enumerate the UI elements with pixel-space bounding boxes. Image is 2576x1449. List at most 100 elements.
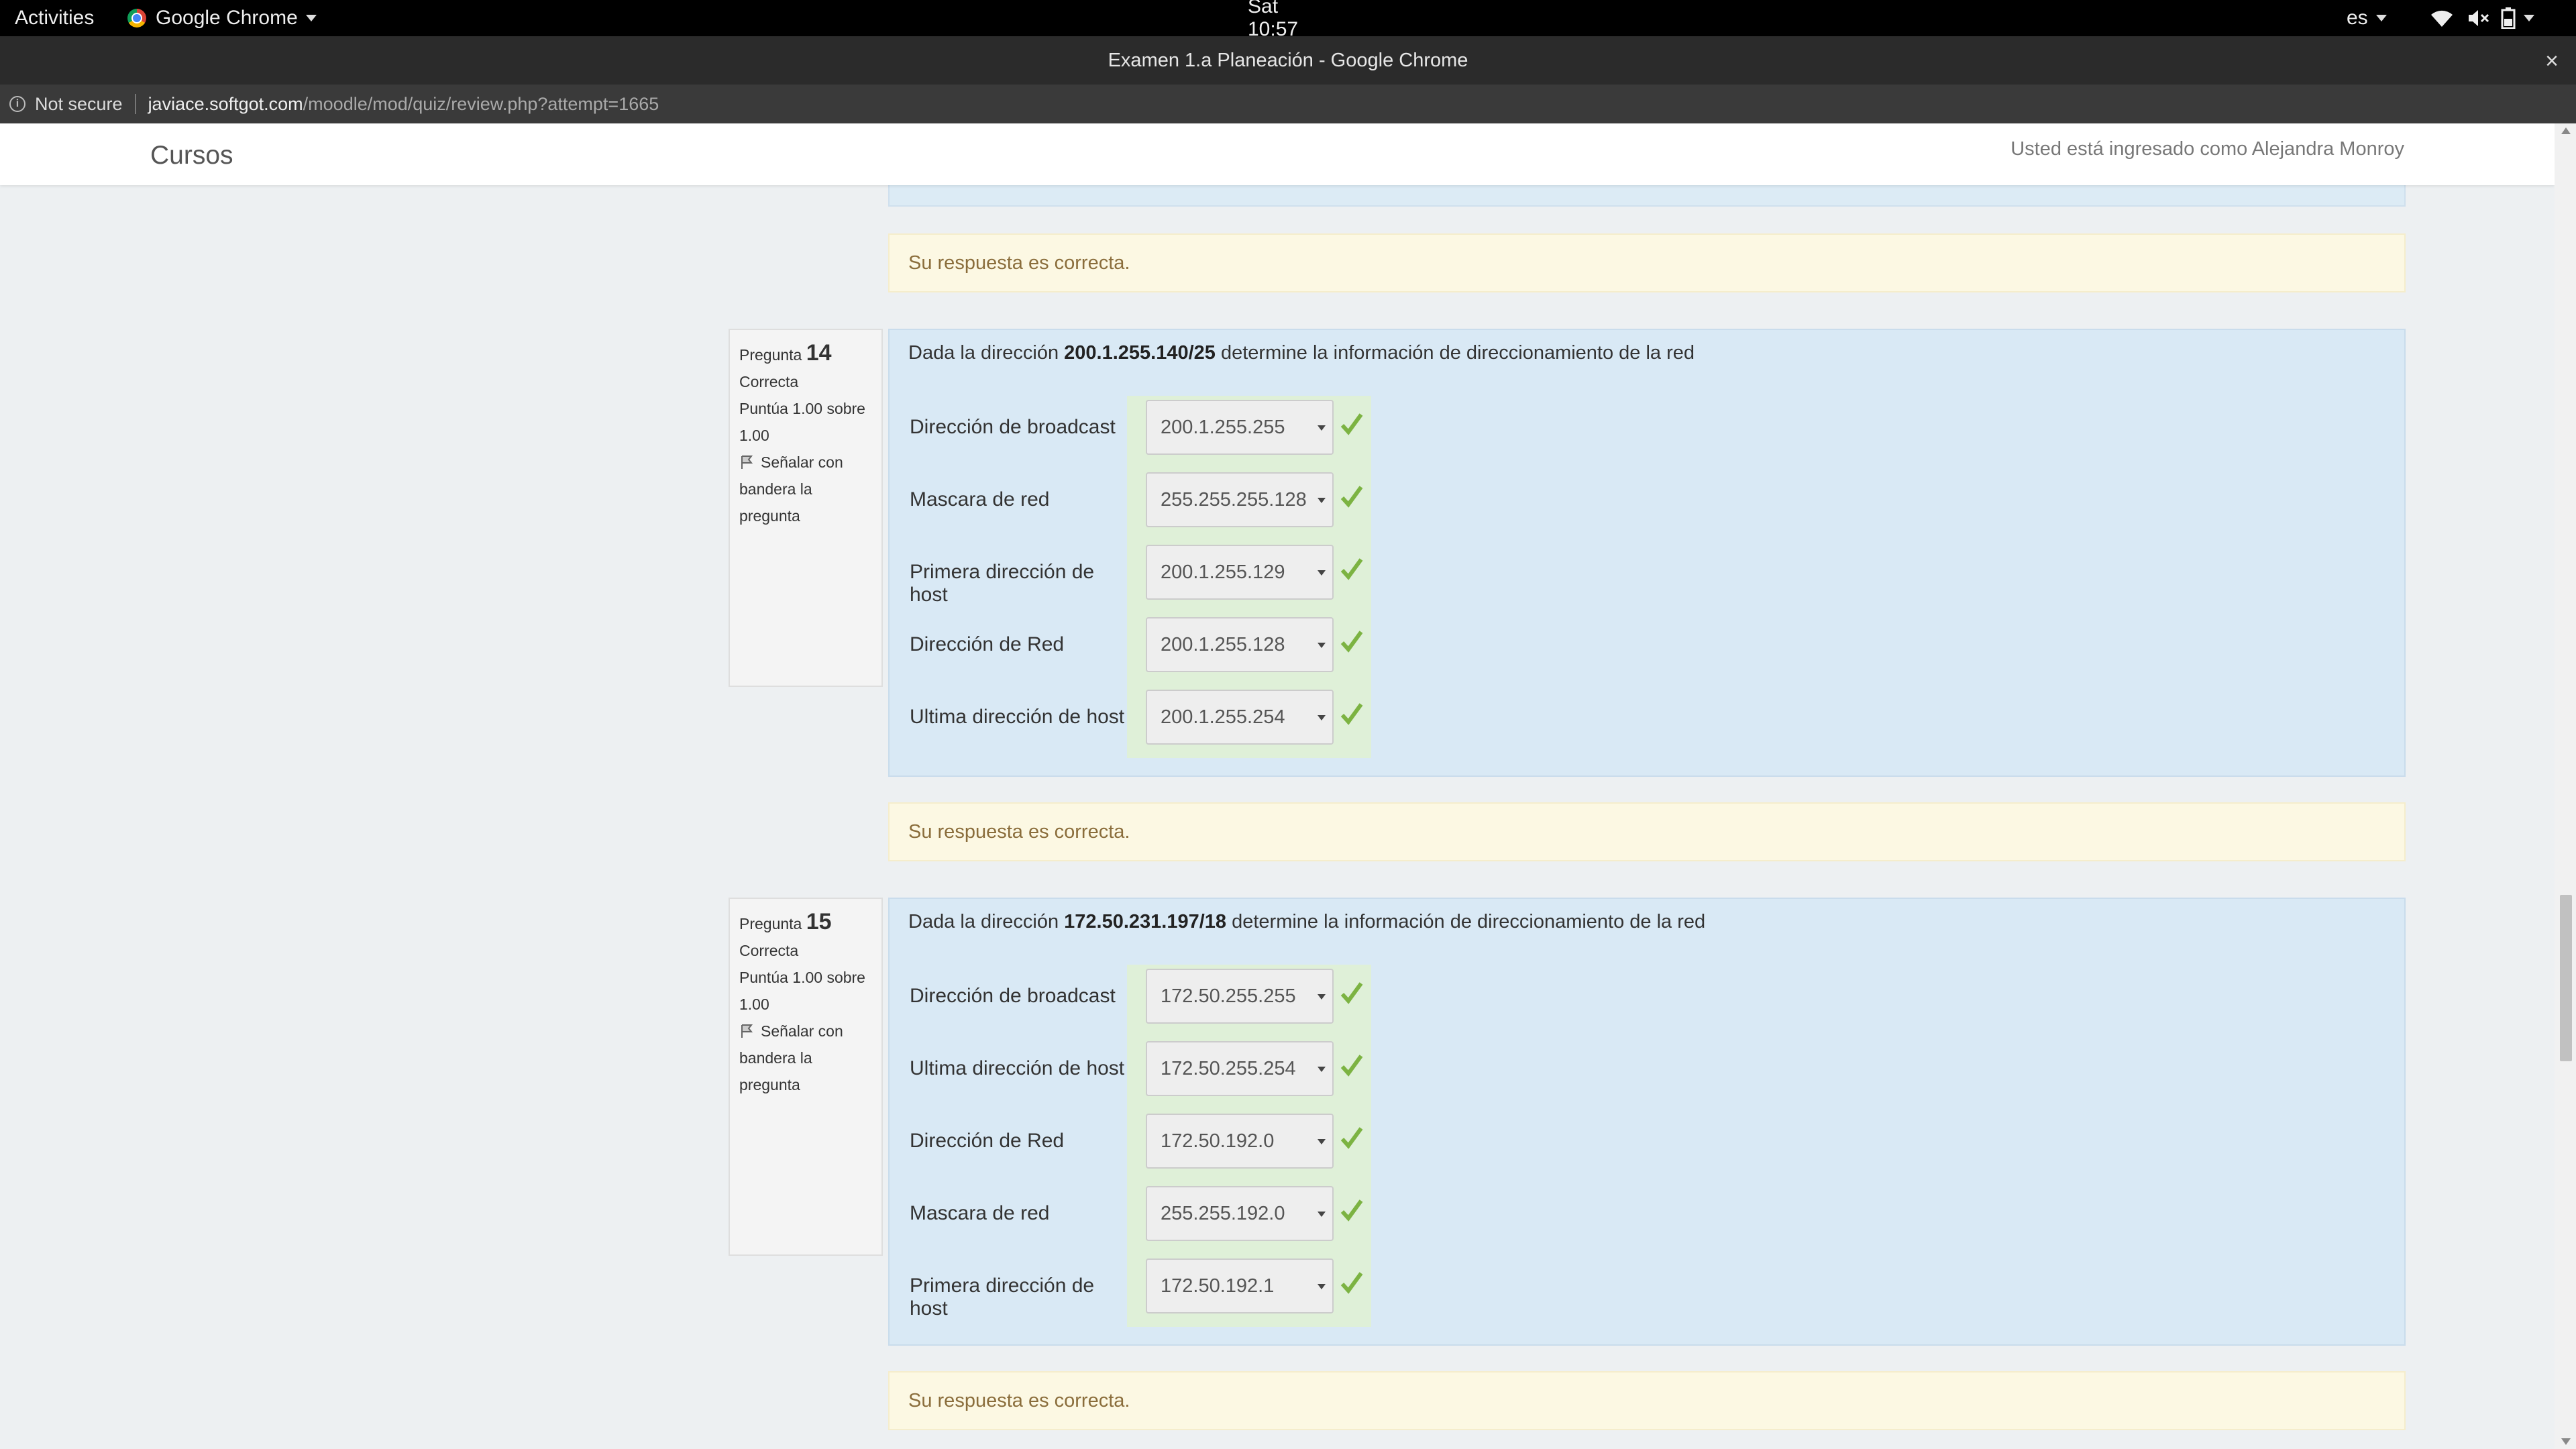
answer-select[interactable]: 172.50.255.255 (1146, 969, 1334, 1024)
clock[interactable]: Sat 10:57 (1248, 0, 1328, 40)
dropdown-arrow-icon (1318, 1067, 1326, 1072)
answer-label: Mascara de red (910, 488, 1050, 511)
dropdown-arrow-icon (1318, 1212, 1326, 1217)
page-viewport: Cursos Usted está ingresado como Alejand… (0, 123, 2555, 1449)
answer-select-value: 200.1.255.255 (1161, 416, 1285, 438)
dropdown-arrow-icon (1318, 1284, 1326, 1289)
language-indicator[interactable]: es (2347, 0, 2387, 36)
app-menu-label: Google Chrome (156, 7, 298, 29)
answer-select[interactable]: 200.1.255.128 (1146, 617, 1334, 672)
answer-select[interactable]: 255.255.255.128 (1146, 472, 1334, 527)
dropdown-arrow-icon (1318, 994, 1326, 1000)
language-label: es (2347, 7, 2368, 29)
dropdown-arrow-icon (1318, 498, 1326, 503)
answer-select[interactable]: 172.50.192.1 (1146, 1258, 1334, 1313)
activities-button[interactable]: Activities (15, 0, 94, 36)
check-icon (1340, 1199, 1363, 1222)
chrome-icon (127, 9, 146, 28)
site-navbar: Cursos Usted está ingresado como Alejand… (0, 123, 2555, 185)
flag-icon (741, 455, 753, 469)
check-icon (1340, 1055, 1363, 1077)
check-icon (1340, 413, 1363, 435)
question-grade: Puntúa 1.00 sobre 1.00 (739, 969, 865, 1013)
answer-select-value: 172.50.255.254 (1161, 1057, 1296, 1079)
site-brand-link[interactable]: Cursos (150, 141, 233, 170)
question-address: 172.50.231.197/18 (1064, 911, 1227, 932)
answer-select[interactable]: 255.255.192.0 (1146, 1186, 1334, 1241)
clock-label: Sat 10:57 (1248, 0, 1299, 40)
question-content: Dada la dirección 172.50.231.197/18 dete… (888, 898, 2406, 1346)
window-title-bar: Examen 1.a Planeación - Google Chrome × (0, 36, 2576, 85)
answer-label: Ultima dirección de host (910, 1057, 1125, 1079)
security-label[interactable]: Not secure (35, 94, 123, 115)
flag-question-link[interactable]: Señalar con bandera la pregunta (739, 449, 872, 529)
answer-label: Mascara de red (910, 1202, 1050, 1224)
question-address: 200.1.255.140/25 (1064, 342, 1216, 364)
address-divider (134, 94, 136, 114)
question-state: Correcta (739, 942, 799, 959)
question-content: Dada la dirección 200.1.255.140/25 deter… (888, 329, 2406, 777)
dropdown-arrow-icon (1318, 425, 1326, 431)
scroll-down-icon[interactable] (2561, 1438, 2571, 1445)
flag-icon (741, 1024, 753, 1038)
answer-select-value: 255.255.255.128 (1161, 488, 1307, 511)
dropdown-arrow-icon (1318, 643, 1326, 648)
dropdown-arrow-icon (1318, 1139, 1326, 1144)
answer-select-value: 200.1.255.128 (1161, 633, 1285, 655)
answer-select-value: 172.50.255.255 (1161, 985, 1296, 1007)
system-menu[interactable] (2430, 0, 2534, 36)
check-icon (1340, 703, 1363, 725)
question-info: Pregunta 14 Correcta Puntúa 1.00 sobre 1… (729, 329, 883, 687)
answer-label: Dirección de broadcast (910, 416, 1116, 438)
info-icon[interactable]: i (9, 96, 25, 112)
question-number: 15 (806, 909, 832, 934)
answer-label: Dirección de Red (910, 633, 1065, 655)
answer-label: Ultima dirección de host (910, 706, 1125, 728)
chevron-down-icon (2524, 15, 2534, 21)
feedback-text: Su respuesta es correcta. (908, 1389, 1130, 1411)
answer-select[interactable]: 172.50.192.0 (1146, 1114, 1334, 1169)
answer-label: Dirección de broadcast (910, 985, 1116, 1007)
feedback-box: Su respuesta es correcta. (888, 233, 2406, 292)
answer-select-value: 200.1.255.129 (1161, 561, 1285, 583)
answer-select[interactable]: 172.50.255.254 (1146, 1041, 1334, 1096)
check-icon (1340, 1127, 1363, 1149)
question-number: 14 (806, 340, 832, 366)
answer-select[interactable]: 200.1.255.129 (1146, 545, 1334, 600)
url-path[interactable]: /moodle/mod/quiz/review.php?attempt=1665 (303, 94, 659, 115)
url-host[interactable]: javiace.softgot.com (148, 94, 303, 115)
question-text-before: Dada la dirección (908, 911, 1065, 932)
chevron-down-icon (305, 15, 317, 21)
volume-muted-icon (2469, 10, 2489, 26)
system-top-bar: Activities Google Chrome Sat 10:57 es (0, 0, 2576, 40)
answer-select-value: 255.255.192.0 (1161, 1202, 1285, 1224)
chevron-down-icon (2375, 15, 2387, 21)
feedback-box: Su respuesta es correcta. (888, 1371, 2406, 1430)
answer-select[interactable]: 200.1.255.255 (1146, 400, 1334, 455)
check-icon (1340, 631, 1363, 653)
scroll-up-icon[interactable] (2561, 127, 2571, 134)
question-grade: Puntúa 1.00 sobre 1.00 (739, 400, 865, 444)
window-title: Examen 1.a Planeación - Google Chrome (1108, 49, 1468, 71)
close-icon[interactable]: × (2545, 48, 2559, 74)
question-text-after: determine la información de direccionami… (1215, 342, 1695, 364)
scrollbar-thumb[interactable] (2560, 895, 2572, 1061)
answer-select-value: 172.50.192.1 (1161, 1275, 1275, 1297)
answer-select[interactable]: 200.1.255.254 (1146, 690, 1334, 745)
app-menu[interactable]: Google Chrome (127, 0, 317, 36)
dropdown-arrow-icon (1318, 715, 1326, 720)
answer-label: Primera dirección de host (910, 1275, 1095, 1320)
page-scrollbar[interactable] (2555, 123, 2576, 1449)
answer-select-value: 172.50.192.0 (1161, 1130, 1275, 1152)
address-bar[interactable]: i Not secure javiace.softgot.com /moodle… (0, 85, 2576, 123)
question-text-before: Dada la dirección (908, 342, 1065, 364)
battery-icon (2501, 7, 2516, 29)
feedback-text: Su respuesta es correcta. (908, 252, 1130, 274)
flag-question-link[interactable]: Señalar con bandera la pregunta (739, 1018, 872, 1098)
question-text: Dada la dirección 200.1.255.140/25 deter… (908, 342, 1695, 364)
question-prefix: Pregunta (739, 346, 802, 364)
feedback-text: Su respuesta es correcta. (908, 820, 1130, 843)
check-icon (1340, 558, 1363, 580)
feedback-box: Su respuesta es correcta. (888, 802, 2406, 861)
question-text-after: determine la información de direccionami… (1226, 911, 1706, 932)
